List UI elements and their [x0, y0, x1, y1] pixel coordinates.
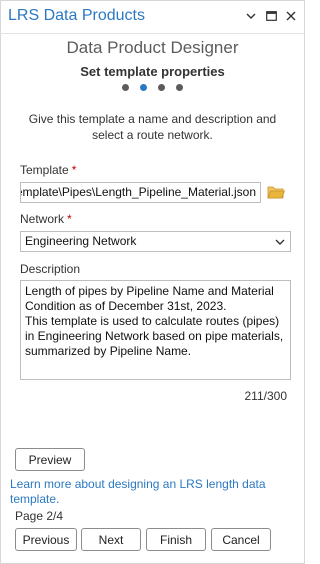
step-dot [176, 84, 183, 91]
description-textarea[interactable]: Length of pipes by Pipeline Name and Mat… [20, 280, 291, 380]
chevron-down-icon[interactable] [244, 9, 258, 23]
network-selected-value: Engineering Network [25, 234, 137, 248]
finish-button[interactable]: Finish [146, 528, 206, 551]
previous-button[interactable]: Previous [15, 528, 77, 551]
help-link[interactable]: Learn more about designing an LRS length… [10, 477, 290, 507]
next-button[interactable]: Next [81, 528, 141, 551]
required-marker: * [71, 163, 77, 177]
required-marker: * [67, 212, 72, 226]
page-indicator: Page 2/4 [15, 509, 64, 523]
close-icon[interactable] [284, 9, 298, 23]
character-count: 211/300 [244, 389, 288, 403]
folder-icon[interactable] [267, 184, 286, 200]
step-dot-active [140, 84, 147, 91]
designer-title: Data Product Designer [66, 38, 239, 57]
cancel-button[interactable]: Cancel [211, 528, 271, 551]
title-separator [0, 33, 305, 34]
template-label: Template * [20, 163, 77, 177]
step-title: Set template properties [80, 64, 225, 79]
maximize-icon[interactable] [264, 9, 278, 23]
title-bar: LRS Data Products [0, 0, 305, 34]
network-select[interactable]: Engineering Network [20, 231, 291, 252]
title-bar-controls [244, 9, 298, 23]
template-path-input[interactable]: emplate\Pipes\Length_Pipeline_Material.j… [20, 182, 261, 203]
step-indicator [0, 84, 305, 91]
step-dot [158, 84, 165, 91]
network-label: Network * [20, 212, 72, 226]
chevron-down-icon[interactable] [275, 236, 285, 246]
preview-button[interactable]: Preview [15, 448, 85, 471]
step-dot [122, 84, 129, 91]
intro-text: Give this template a name and descriptio… [28, 112, 277, 142]
description-label: Description [20, 262, 81, 276]
pane-title: LRS Data Products [8, 7, 145, 24]
